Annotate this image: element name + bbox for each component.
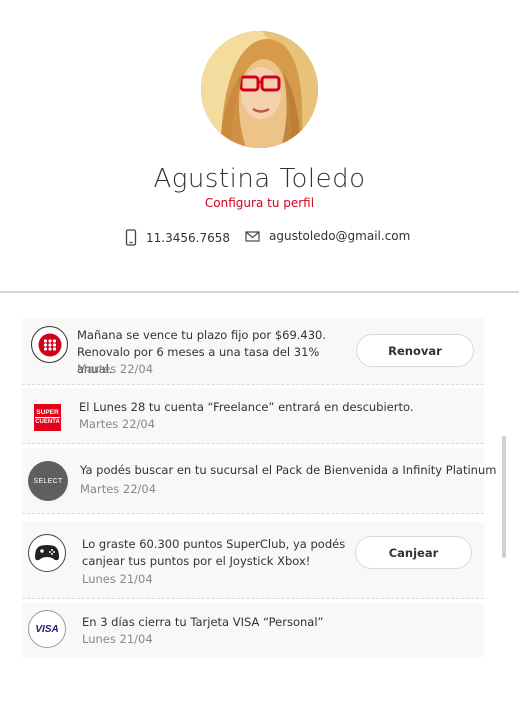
supercuenta-logo: SUPER CUENTA (34, 404, 61, 431)
redeem-button[interactable]: Canjear (355, 536, 472, 569)
notification-date: Martes 22/04 (80, 482, 157, 496)
contact-phone: 11.3456.7658 (125, 229, 230, 246)
notification-date: Lunes 21/04 (82, 572, 153, 586)
notification-date: Martes 22/04 (77, 362, 154, 376)
bank-dots-icon (31, 326, 68, 363)
avatar-portrait (201, 31, 318, 148)
notification-card: SUPER CUENTA El Lunes 28 tu cuenta “Free… (22, 388, 484, 444)
section-divider (0, 291, 519, 293)
notification-message: El Lunes 28 tu cuenta “Freelance” entrar… (79, 400, 414, 414)
visa-logo: VISA (28, 610, 66, 648)
notification-date: Lunes 21/04 (82, 632, 153, 646)
notification-message: Ya podés buscar en tu sucursal el Pack d… (80, 463, 497, 477)
phone-number: 11.3456.7658 (146, 230, 230, 245)
notification-card: Mañana se vence tu plazo fijo por $69.43… (22, 318, 484, 385)
avatar[interactable] (201, 31, 318, 148)
notification-card: VISA En 3 días cierra tu Tarjeta VISA “P… (22, 603, 484, 657)
email-address: agustoledo@gmail.com (269, 229, 411, 243)
notification-date: Martes 22/04 (79, 417, 156, 431)
notification-message: En 3 días cierra tu Tarjeta VISA “Person… (82, 615, 324, 629)
configure-profile-link[interactable]: Configura tu perfil (0, 196, 519, 210)
gamepad-icon (28, 534, 66, 572)
mail-icon (245, 230, 260, 242)
feed-scrollbar[interactable] (502, 436, 506, 558)
phone-icon (125, 229, 137, 246)
select-logo: SELECT (28, 461, 68, 501)
notification-card: Lo graste 60.300 puntos SuperClub, ya po… (22, 522, 484, 599)
notification-message: Lo graste 60.300 puntos SuperClub, ya po… (82, 537, 346, 568)
renew-button[interactable]: Renovar (356, 334, 474, 367)
profile-name: Agustina Toledo (153, 164, 366, 194)
profile-header: Agustina Toledo Configura tu perfil 11.3… (0, 0, 519, 292)
notification-card: SELECT Ya podés buscar en tu sucursal el… (22, 448, 497, 514)
contact-email: agustoledo@gmail.com (245, 229, 410, 243)
